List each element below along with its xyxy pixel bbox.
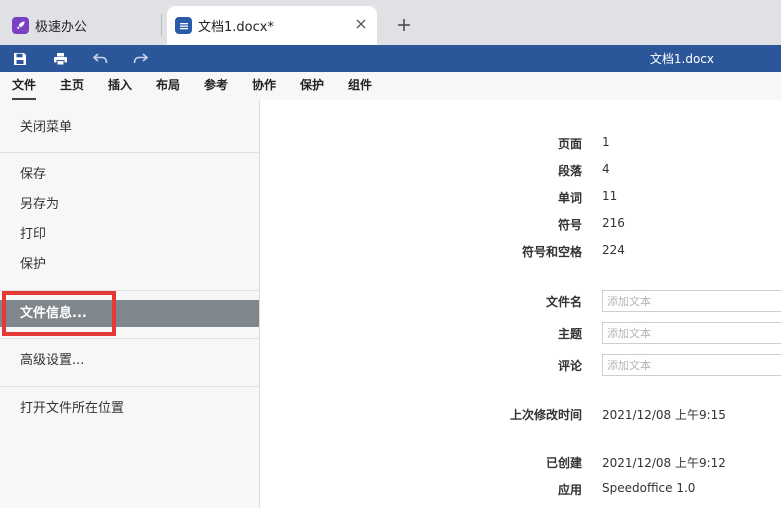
- pages-label: 页面: [557, 137, 582, 151]
- menu-home[interactable]: 主页: [60, 72, 84, 100]
- printer-icon: [53, 53, 67, 66]
- tab-home[interactable]: 极速办公: [0, 6, 160, 45]
- subject-label: 主题: [557, 327, 582, 341]
- tab-document[interactable]: 文档1.docx*: [167, 6, 377, 45]
- symbols-label: 符号: [557, 218, 582, 232]
- symbols-value: 216: [602, 216, 625, 230]
- document-icon: [175, 17, 192, 34]
- close-icon[interactable]: [353, 16, 369, 32]
- advanced-settings-item[interactable]: 高级设置...: [0, 347, 259, 374]
- redo-button[interactable]: [130, 49, 150, 69]
- undo-icon: [92, 53, 107, 64]
- created-label: 已创建: [545, 456, 582, 470]
- paragraphs-label: 段落: [557, 164, 582, 178]
- divider: [0, 386, 259, 387]
- menu-plugins[interactable]: 组件: [348, 72, 372, 100]
- protect-item[interactable]: 保护: [0, 251, 259, 278]
- divider: [0, 290, 259, 291]
- created-value: 2021/12/08 上午9:12: [602, 456, 726, 470]
- save-button[interactable]: [10, 49, 30, 69]
- symbols-spaces-label: 符号和空格: [521, 245, 582, 259]
- open-file-location-item[interactable]: 打开文件所在位置: [0, 395, 259, 422]
- save-icon: [14, 53, 26, 65]
- rocket-icon: [12, 17, 29, 34]
- file-menu-sidebar: 关闭菜单 保存 另存为 打印 保护 文件信息... 高级设置... 打开文件所在…: [0, 100, 260, 508]
- menu-layout[interactable]: 布局: [156, 72, 180, 100]
- words-label: 单词: [557, 191, 582, 205]
- close-menu-item[interactable]: 关闭菜单: [0, 114, 259, 141]
- print-button[interactable]: [50, 49, 70, 69]
- menu-insert[interactable]: 插入: [108, 72, 132, 100]
- menu-protect[interactable]: 保护: [300, 72, 324, 100]
- undo-button[interactable]: [90, 49, 110, 69]
- quick-access-toolbar: 文档1.docx: [0, 45, 781, 72]
- save-item[interactable]: 保存: [0, 161, 259, 188]
- symbols-spaces-value: 224: [602, 243, 625, 257]
- menu-collaborate[interactable]: 协作: [252, 72, 276, 100]
- divider: [0, 152, 259, 153]
- filename-input[interactable]: [602, 290, 781, 312]
- file-info-panel: 页面 1 段落 4 单词 11 符号 216 符号和空格 224 文件名 主题 …: [260, 100, 781, 508]
- last-modified-value: 2021/12/08 上午9:15: [602, 408, 726, 422]
- menu-references[interactable]: 参考: [204, 72, 228, 100]
- comment-label: 评论: [557, 359, 582, 373]
- tab-strip: 极速办公 文档1.docx*: [0, 0, 781, 45]
- tab-title: 文档1.docx*: [198, 20, 274, 35]
- application-label: 应用: [557, 483, 582, 497]
- redo-icon: [133, 53, 148, 64]
- paragraphs-value: 4: [602, 162, 610, 176]
- divider: [0, 338, 259, 339]
- words-value: 11: [602, 189, 618, 203]
- filename-label: 文件名: [545, 295, 582, 309]
- print-item[interactable]: 打印: [0, 221, 259, 248]
- comment-input[interactable]: [602, 354, 781, 376]
- save-as-item[interactable]: 另存为: [0, 191, 259, 218]
- tab-title: 极速办公: [35, 20, 88, 35]
- menu-bar: 文件 主页 插入 布局 参考 协作 保护 组件: [0, 72, 781, 100]
- tab-separator: [161, 14, 162, 36]
- file-info-item[interactable]: 文件信息...: [0, 300, 259, 327]
- application-value: Speedoffice 1.0: [602, 481, 696, 495]
- subject-input[interactable]: [602, 322, 781, 344]
- document-title: 文档1.docx: [649, 52, 714, 66]
- pages-value: 1: [602, 135, 610, 149]
- new-tab-button[interactable]: [393, 14, 415, 36]
- menu-file[interactable]: 文件: [12, 72, 37, 100]
- last-modified-label: 上次修改时间: [509, 408, 582, 422]
- plus-icon: [398, 19, 410, 31]
